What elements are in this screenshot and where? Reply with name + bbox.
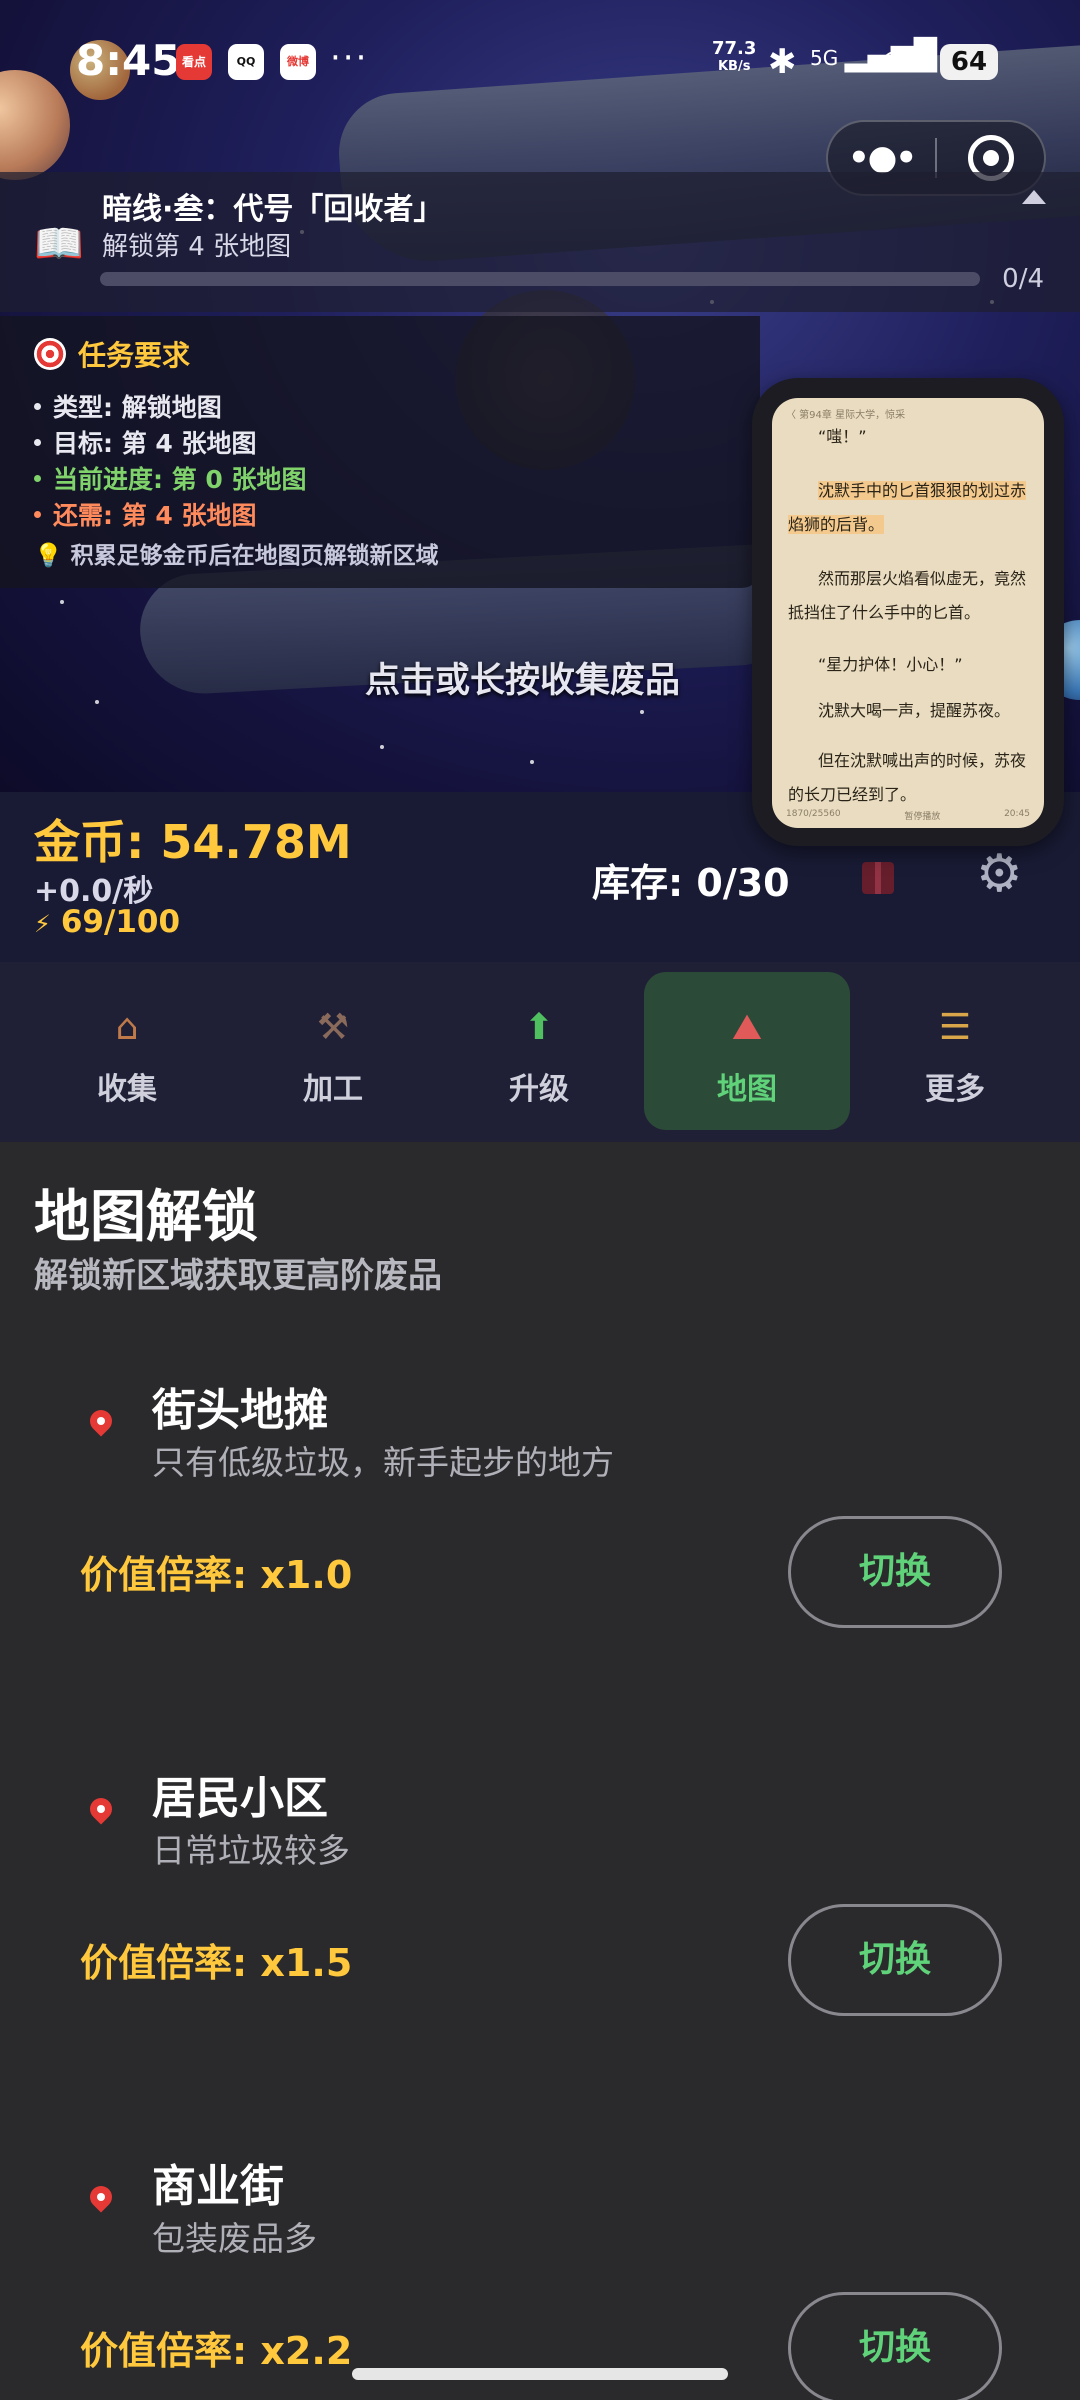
reader-chapter: 〈 第94章 星际大学，惊采 [786, 410, 906, 421]
gear-icon[interactable]: ⚙ [976, 848, 1023, 900]
wifi-icon: ◠ [880, 42, 910, 82]
quest-progress-bar [100, 272, 980, 286]
map-multiplier: 价值倍率: x2.2 [80, 2329, 353, 2373]
bottom-tab-bar: ⌂ 收集 ⚒ 加工 ⬆ 升级 ⛰ 地图 ☰ 更多 [0, 962, 1080, 1142]
kandian-app-icon: 看点 [176, 44, 212, 80]
home-indicator[interactable] [352, 2368, 728, 2380]
house-icon: ⌂ [115, 1007, 139, 1048]
map-description: 只有低级垃圾，新手起步的地方 [152, 1443, 614, 1482]
star-decoration [380, 745, 384, 749]
map-name: 街头地摊 [152, 1385, 328, 1436]
reader-paragraph: 沈默手中的匕首狠狠的划过赤焰狮的后背。 [788, 481, 1027, 534]
switch-map-button[interactable]: 切换 [788, 1904, 1002, 2016]
location-pin-icon [85, 1405, 117, 1437]
reader-paragraph: “嗤！” [818, 427, 867, 446]
star-decoration [530, 760, 534, 764]
quest-title: 暗线·叁：代号「回收者」 [102, 192, 444, 227]
star-decoration [95, 700, 99, 704]
weibo-app-icon: 微博 [280, 44, 316, 80]
floating-reader-window[interactable]: 〈 第94章 星际大学，惊采 “嗤！” 沈默手中的匕首狠狠的划过赤焰狮的后背。 … [752, 378, 1064, 846]
reader-paragraph: 沈默大喝一声，提醒苏夜。 [818, 701, 1011, 720]
bluetooth-icon: ✱ [768, 42, 797, 82]
tab-map[interactable]: ⛰ 地图 [644, 972, 850, 1130]
reader-footer: 1870/25560 暂停播放 20:45 [786, 809, 1030, 822]
reader-page[interactable]: 〈 第94章 星际大学，惊采 “嗤！” 沈默手中的匕首狠狠的划过赤焰狮的后背。 … [772, 398, 1044, 828]
more-notifications-icon: ··· [330, 38, 369, 78]
battery-indicator: 64 [940, 44, 998, 80]
task-line: 当前进度: 第 0 张地图 [34, 460, 307, 496]
map-multiplier: 价值倍率: x1.0 [80, 1553, 353, 1597]
quest-subtitle: 解锁第 4 张地图 [102, 232, 292, 262]
task-line: 还需: 第 4 张地图 [34, 496, 257, 532]
task-header: 任务要求 [34, 334, 190, 374]
quest-banner[interactable]: 📖 暗线·叁：代号「回收者」 解锁第 4 张地图 0/4 [0, 172, 1080, 312]
map-card: 居民小区 日常垃圾较多 价值倍率: x1.5 切换 [0, 1726, 1080, 2114]
task-hint: 💡 积累足够金币后在地图页解锁新区域 [34, 543, 439, 569]
up-arrow-icon: ⬆ [523, 1007, 555, 1048]
map-pin-icon: ⛰ [731, 1007, 763, 1048]
map-description: 包装废品多 [152, 2219, 317, 2258]
switch-map-button[interactable]: 切换 [788, 2292, 1002, 2400]
reader-paragraph: 然而那层火焰看似虚无，竟然抵挡住了什么手中的匕首。 [788, 569, 1027, 622]
page-subtitle: 解锁新区域获取更高阶废品 [34, 1256, 442, 1296]
menu-icon: ☰ [938, 1007, 972, 1048]
task-requirements-panel: 任务要求 类型: 解锁地图 目标: 第 4 张地图 当前进度: 第 0 张地图 … [0, 316, 760, 588]
tab-upgrade[interactable]: ⬆ 升级 [436, 972, 642, 1130]
task-line: 目标: 第 4 张地图 [34, 424, 257, 460]
quest-progress-count: 0/4 [1002, 264, 1044, 294]
collect-prompt: 点击或长按收集废品 [365, 661, 681, 701]
location-pin-icon [85, 1793, 117, 1825]
star-decoration [60, 600, 64, 604]
map-name: 居民小区 [152, 1773, 328, 1824]
status-bar: 8:45 看点 QQ 微博 ··· 77.3 KB/s ✱ 5G ▂▄▆█ ◠ … [0, 0, 1080, 120]
lightbulb-icon: 💡 [34, 543, 63, 569]
qq-app-icon: QQ [228, 44, 264, 80]
tab-process[interactable]: ⚒ 加工 [230, 972, 436, 1130]
location-pin-icon [85, 2181, 117, 2213]
reader-paragraph: “星力护体！小心！” [818, 655, 963, 674]
tab-collect[interactable]: ⌂ 收集 [24, 972, 230, 1130]
map-card: 商业街 包装废品多 价值倍率: x2.2 切换 [0, 2114, 1080, 2400]
network-speed: 77.3 KB/s [712, 38, 757, 75]
reader-paragraph: 但在沈默喊出声的时候，苏夜的长刀已经到了。 [788, 751, 1027, 804]
gold-amount: 金币: 54.78M [34, 815, 352, 869]
map-description: 日常垃圾较多 [152, 1831, 350, 1870]
task-line: 类型: 解锁地图 [34, 388, 222, 424]
energy-amount: ⚡ 69/100 [34, 904, 181, 940]
status-time: 8:45 [76, 36, 181, 85]
map-name: 商业街 [152, 2161, 284, 2212]
collapse-caret-icon[interactable] [1022, 190, 1046, 204]
map-multiplier: 价值倍率: x1.5 [80, 1941, 353, 1985]
signal-5g-icon: 5G ▂▄▆█ [810, 38, 937, 73]
map-unlock-page[interactable]: 地图解锁 解锁新区域获取更高阶废品 街头地摊 只有低级垃圾，新手起步的地方 价值… [0, 1142, 1080, 2400]
switch-map-button[interactable]: 切换 [788, 1516, 1002, 1628]
pause-playback-button[interactable]: 暂停播放 [904, 809, 940, 822]
star-decoration [640, 710, 644, 714]
tab-more[interactable]: ☰ 更多 [852, 972, 1058, 1130]
gift-icon[interactable] [862, 862, 894, 894]
lightning-icon: ⚡ [34, 910, 51, 938]
book-icon: 📖 [34, 221, 84, 267]
hammer-icon: ⚒ [316, 1007, 350, 1048]
map-card: 街头地摊 只有低级垃圾，新手起步的地方 价值倍率: x1.0 切换 [0, 1338, 1080, 1726]
inventory-stock: 库存: 0/30 [592, 861, 790, 905]
target-icon [34, 338, 66, 370]
page-title: 地图解锁 [34, 1185, 258, 1250]
